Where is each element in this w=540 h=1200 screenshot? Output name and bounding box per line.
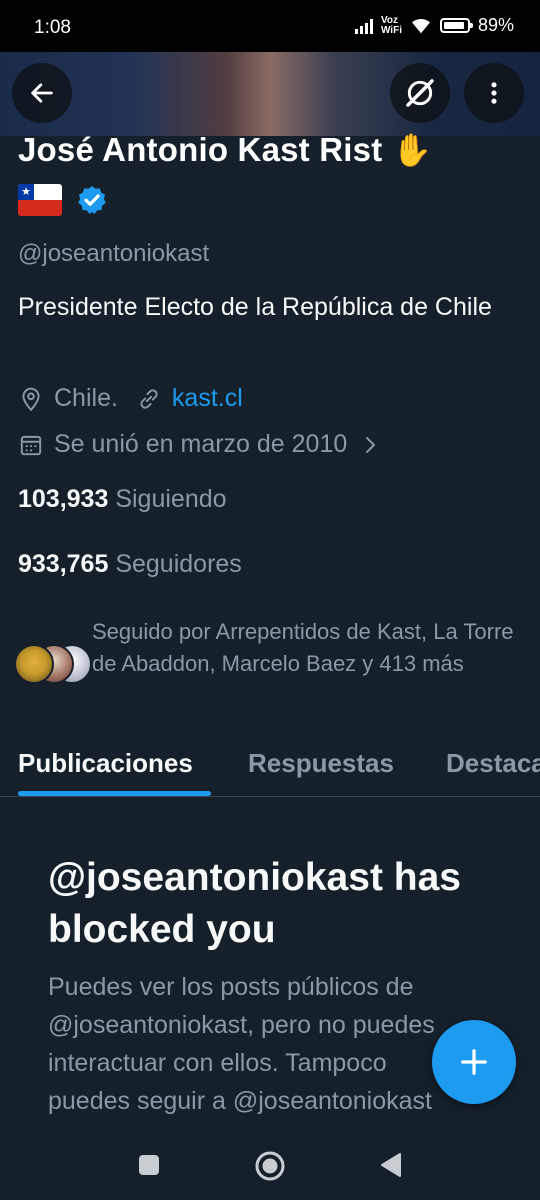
status-time: 1:08 <box>34 17 71 38</box>
status-icons: Voz WiFi 89% <box>354 14 514 36</box>
verified-badge-icon[interactable] <box>76 184 108 216</box>
location-row: Chile. kast.cl <box>18 384 243 413</box>
follower-avatars <box>14 644 92 684</box>
profile-banner <box>0 52 540 136</box>
tab-respuestas[interactable]: Respuestas <box>248 748 394 779</box>
signal-icon <box>354 18 373 34</box>
followers-count-link[interactable]: 933,765 Seguidores <box>18 550 242 579</box>
system-navigation-bar <box>0 1128 540 1200</box>
back-triangle-icon <box>381 1153 401 1177</box>
home-circle-icon <box>255 1151 285 1181</box>
profile-website-link[interactable]: kast.cl <box>172 384 243 413</box>
blocked-description: Puedes ver los posts públicos de @josean… <box>48 973 435 1128</box>
system-back-button[interactable] <box>376 1150 406 1180</box>
wifi-label: WiFi <box>380 24 402 36</box>
status-bar: 1:08 Voz WiFi 89% <box>0 0 540 52</box>
grok-button[interactable] <box>390 63 450 123</box>
profile-handle: @joseantoniokast <box>18 240 210 267</box>
screen: 1:08 Voz WiFi 89% José Antonio Kast Rist… <box>0 0 540 1200</box>
voz-label: Voz <box>380 14 398 26</box>
raised-hand-emoji: ✋ <box>392 132 433 168</box>
recents-square-icon <box>139 1155 159 1175</box>
battery-fill <box>443 22 464 29</box>
back-button[interactable] <box>12 63 72 123</box>
badge-row: ★ <box>18 184 108 216</box>
location-pin-icon <box>18 386 44 412</box>
more-vertical-icon <box>491 82 497 104</box>
wifi-icon <box>411 18 430 33</box>
grok-icon <box>406 79 434 107</box>
joined-row[interactable]: Se unió en marzo de 2010 <box>18 430 391 459</box>
more-options-button[interactable] <box>464 63 524 123</box>
home-button[interactable] <box>252 1148 288 1184</box>
profile-location: Chile. <box>54 384 118 412</box>
plus-icon <box>461 1049 487 1075</box>
profile-name-row: José Antonio Kast Rist ✋ <box>18 131 432 169</box>
blocked-title: @joseantoniokast has blocked you <box>48 856 461 951</box>
battery-percent: 89% <box>477 15 514 35</box>
following-count-link[interactable]: 103,933 Siguiendo <box>18 485 227 514</box>
arrow-left-icon <box>31 83 53 103</box>
voz-wifi-label: Voz WiFi <box>380 14 402 36</box>
profile-joined-date: Se unió en marzo de 2010 <box>54 430 348 458</box>
followed-by-text: Seguido por Arrepentidos de Kast, La Tor… <box>92 619 514 676</box>
followed-by-row[interactable]: Seguido por Arrepentidos de Kast, La Tor… <box>14 616 532 684</box>
tab-publicaciones[interactable]: Publicaciones <box>18 748 193 779</box>
profile-bio: Presidente Electo de la República de Chi… <box>18 293 492 321</box>
active-tab-indicator <box>18 791 211 796</box>
following-count: 103,933 <box>18 485 109 513</box>
chevron-right-icon <box>361 433 381 457</box>
avatar <box>14 644 54 684</box>
followers-count: 933,765 <box>18 550 109 578</box>
compose-post-button[interactable] <box>432 1020 516 1104</box>
chile-flag-icon: ★ <box>18 184 62 216</box>
recents-button[interactable] <box>134 1150 164 1180</box>
tab-destacados[interactable]: Destacados <box>446 748 540 779</box>
followers-label: Seguidores <box>115 550 242 578</box>
link-icon <box>136 386 162 412</box>
battery-icon <box>439 18 473 33</box>
profile-name: José Antonio Kast Rist <box>18 131 383 168</box>
profile-tabs: Publicaciones Respuestas Destacados <box>0 740 540 797</box>
calendar-icon <box>18 432 44 458</box>
following-label: Siguiendo <box>115 485 227 513</box>
